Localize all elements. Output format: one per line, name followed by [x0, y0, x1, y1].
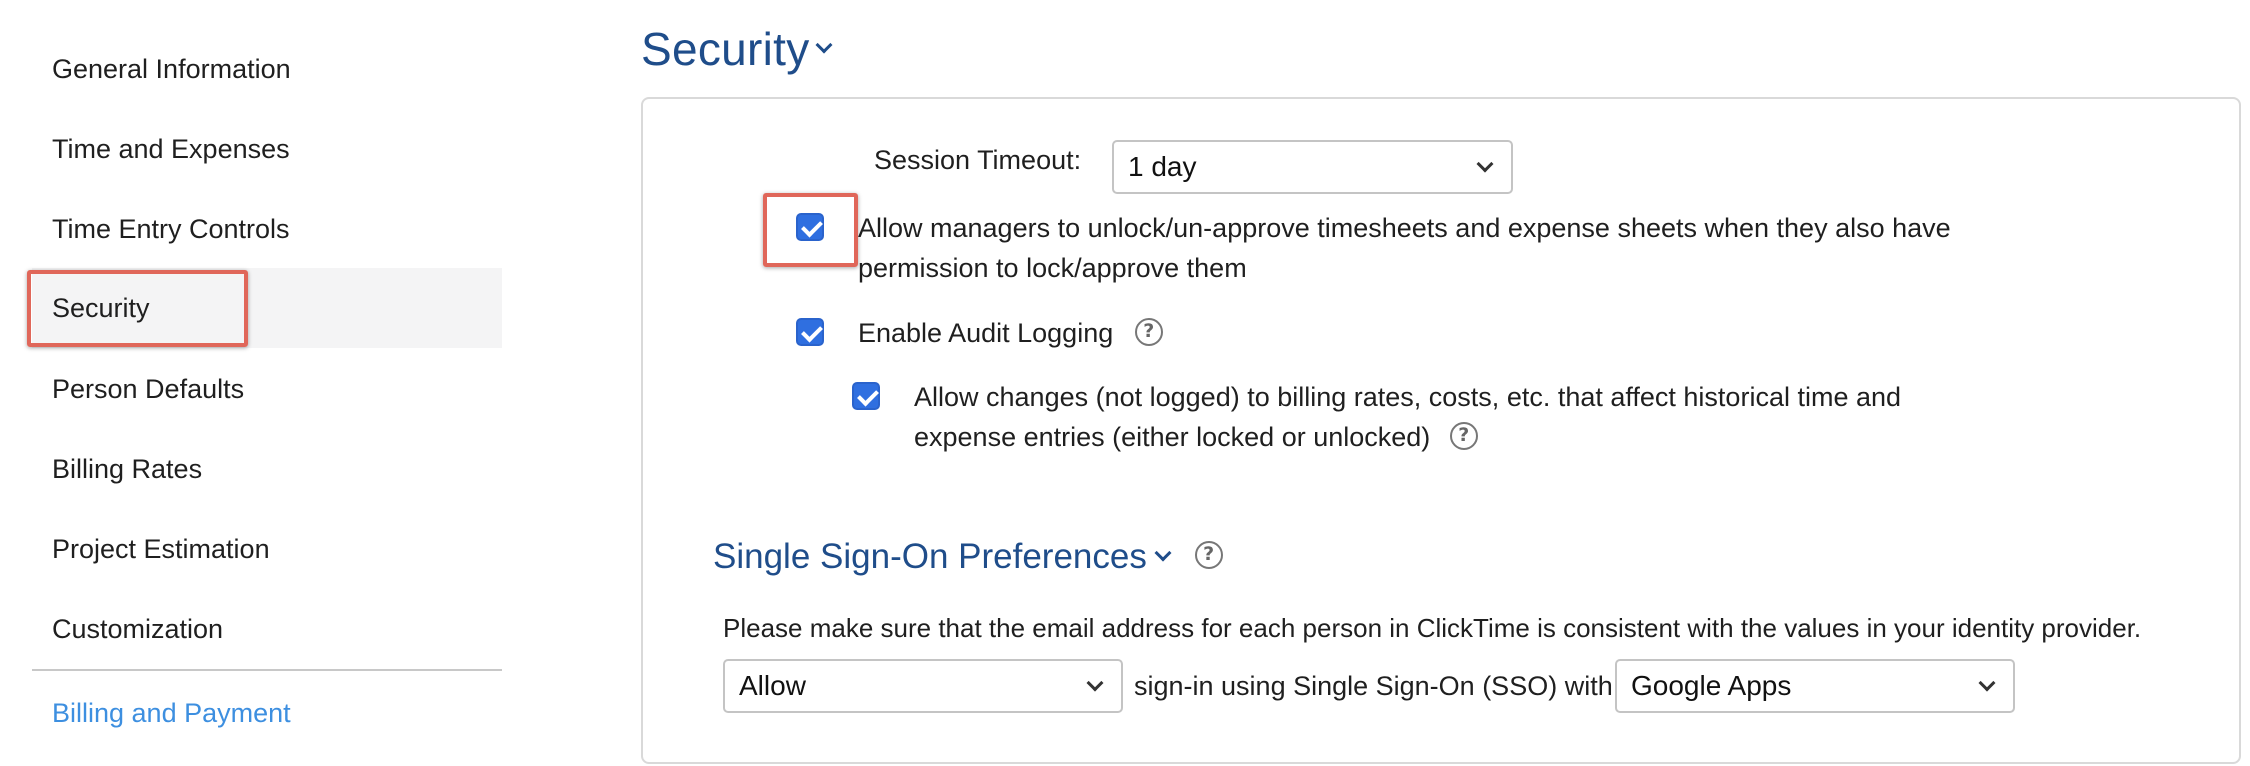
- chevron-down-icon: [1086, 674, 1104, 692]
- unlock-approve-label-line2: permission to lock/approve them: [858, 253, 1247, 283]
- sso-mode-select[interactable]: Allow: [723, 659, 1123, 713]
- settings-page: General Information Time and Expenses Ti…: [0, 0, 2250, 766]
- sidebar-item-customization[interactable]: Customization: [32, 589, 502, 669]
- sso-note: Please make sure that the email address …: [723, 613, 2142, 643]
- unlock-approve-checkbox[interactable]: [796, 213, 824, 241]
- sso-title-text: Single Sign-On Preferences: [713, 537, 1147, 576]
- sidebar-item-billing-rates[interactable]: Billing Rates: [32, 429, 502, 509]
- sidebar-item-security[interactable]: Security: [32, 268, 502, 348]
- sso-connector-text: sign-in using Single Sign-On (SSO) with: [1134, 671, 1613, 701]
- allow-changes-label-line2: expense entries (either locked or unlock…: [914, 422, 1431, 452]
- page-title[interactable]: Security: [641, 22, 833, 76]
- chevron-down-icon: [1476, 155, 1494, 173]
- allow-changes-label-line1: Allow changes (not logged) to billing ra…: [914, 382, 1902, 412]
- sso-provider-value: Google Apps: [1631, 670, 1792, 701]
- sso-mode-value: Allow: [739, 670, 806, 701]
- unlock-approve-label-line1: Allow managers to unlock/un-approve time…: [858, 213, 1951, 243]
- sso-section-title[interactable]: Single Sign-On Preferences ?: [713, 537, 1223, 577]
- unlock-approve-label: Allow managers to unlock/un-approve time…: [858, 208, 1951, 288]
- sidebar-link-billing-and-payment[interactable]: Billing and Payment: [32, 673, 502, 753]
- chevron-down-icon: [1978, 674, 1996, 692]
- allow-changes-checkbox[interactable]: [852, 382, 880, 410]
- audit-logging-label: Enable Audit Logging ?: [858, 313, 1163, 353]
- page-title-text: Security: [641, 23, 810, 75]
- sidebar-item-time-entry-controls[interactable]: Time Entry Controls: [32, 189, 502, 269]
- chevron-down-icon: [1154, 544, 1172, 562]
- help-icon[interactable]: ?: [1449, 421, 1478, 450]
- session-timeout-select[interactable]: 1 day: [1112, 140, 1513, 194]
- sso-provider-select[interactable]: Google Apps: [1615, 659, 2015, 713]
- allow-changes-label: Allow changes (not logged) to billing ra…: [914, 377, 1901, 457]
- help-icon[interactable]: ?: [1194, 540, 1223, 569]
- sidebar-item-project-estimation[interactable]: Project Estimation: [32, 509, 502, 589]
- chevron-down-icon: [815, 36, 833, 54]
- session-timeout-label: Session Timeout:: [874, 145, 1082, 175]
- audit-logging-checkbox[interactable]: [796, 318, 824, 346]
- sidebar-item-general-information[interactable]: General Information: [32, 29, 502, 109]
- help-icon[interactable]: ?: [1134, 317, 1163, 346]
- session-timeout-value: 1 day: [1128, 151, 1197, 182]
- sidebar-item-person-defaults[interactable]: Person Defaults: [32, 349, 502, 429]
- sidebar-divider: [32, 669, 502, 671]
- audit-logging-label-text: Enable Audit Logging: [858, 318, 1114, 348]
- sidebar-item-time-and-expenses[interactable]: Time and Expenses: [32, 109, 502, 189]
